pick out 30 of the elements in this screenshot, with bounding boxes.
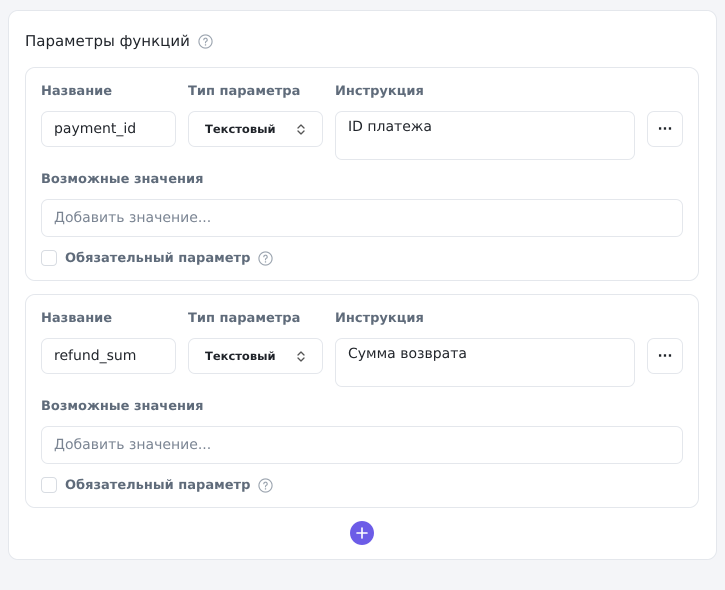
field-label: Возможные значения — [41, 399, 204, 416]
help-icon[interactable] — [258, 250, 274, 266]
help-icon[interactable] — [198, 34, 213, 48]
more-button[interactable]: ··· — [647, 338, 683, 374]
field-label: Возможные значения — [41, 172, 204, 189]
type-select[interactable]: Текстовый — [188, 338, 323, 374]
section-title: Параметры функций — [25, 32, 190, 50]
field-label: Инструкция — [335, 84, 425, 101]
required-checkbox[interactable] — [41, 477, 57, 493]
field-label: Тип параметра — [188, 84, 302, 101]
required-checkbox[interactable] — [41, 250, 57, 266]
field-label: Инструкция — [335, 311, 425, 328]
type-select[interactable]: Текстовый — [188, 111, 323, 147]
more-button[interactable]: ··· — [647, 111, 683, 147]
add-button[interactable] — [350, 521, 374, 545]
help-icon[interactable] — [258, 478, 274, 492]
instruction-field[interactable]: ID платежа — [335, 111, 635, 160]
instruction-field[interactable]: Сумма возврата — [335, 338, 635, 387]
name-input[interactable]: payment_id — [41, 111, 176, 147]
chevron-updown-icon — [296, 350, 306, 362]
values-input[interactable]: Добавить значение... — [41, 426, 683, 464]
chevron-updown-icon — [296, 122, 306, 136]
plus-icon — [356, 527, 368, 539]
field-label: Название — [41, 311, 114, 328]
field-label: Тип параметра — [188, 311, 302, 328]
name-input[interactable]: refund_sum — [41, 338, 176, 374]
checkbox-label: Обязательный параметр — [65, 478, 250, 492]
field-label: Название — [41, 84, 114, 101]
checkbox-label: Обязательный параметр — [65, 250, 250, 266]
values-input[interactable]: Добавить значение... — [41, 199, 683, 237]
